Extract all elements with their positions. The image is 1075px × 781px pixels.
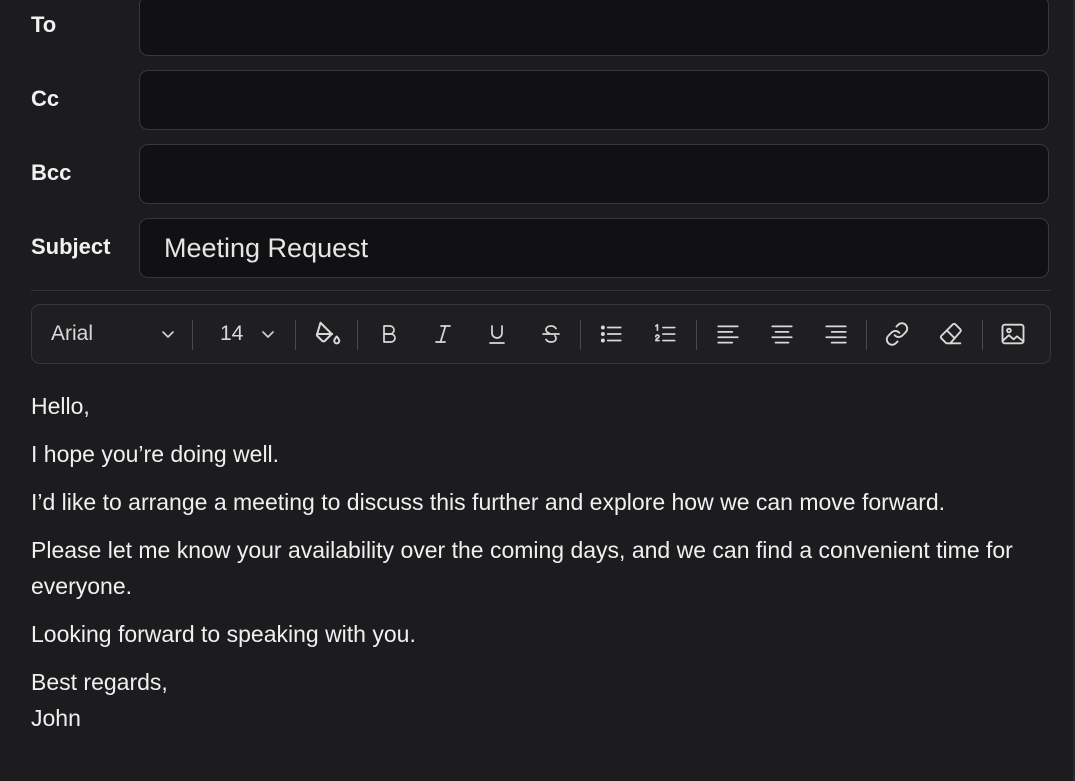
font-family-value: Arial <box>51 322 94 345</box>
numbered-list-icon[interactable] <box>648 305 682 363</box>
subject-row: Subject <box>31 218 1051 280</box>
chevron-down-icon <box>260 326 276 342</box>
toolbar-separator <box>866 320 867 350</box>
email-compose-panel: To Cc Bcc Subject Arial 14 <box>0 0 1075 781</box>
body-greeting: Hello, <box>31 393 90 419</box>
underline-icon[interactable] <box>480 305 514 363</box>
link-icon[interactable] <box>880 305 914 363</box>
eraser-icon[interactable] <box>934 305 968 363</box>
to-label: To <box>31 12 57 37</box>
strikethrough-icon[interactable] <box>534 305 568 363</box>
toolbar-separator <box>696 320 697 350</box>
align-right-icon[interactable] <box>819 305 853 363</box>
toolbar-separator <box>295 320 296 350</box>
subject-input[interactable] <box>139 218 1049 278</box>
cc-input[interactable] <box>139 70 1049 130</box>
bullet-list-icon[interactable] <box>594 305 628 363</box>
toolbar-separator <box>192 320 193 350</box>
bcc-row: Bcc <box>31 144 1051 206</box>
toolbar-separator <box>982 320 983 350</box>
to-input[interactable] <box>139 0 1049 56</box>
image-icon[interactable] <box>996 305 1030 363</box>
align-left-icon[interactable] <box>711 305 745 363</box>
body-line: I hope you’re doing well. <box>31 441 280 467</box>
font-family-select[interactable]: Arial <box>51 305 176 363</box>
body-line: I’d like to arrange a meeting to discuss… <box>31 489 946 515</box>
body-line: Looking forward to speaking with you. <box>31 621 416 647</box>
paint-bucket-icon[interactable] <box>308 305 348 363</box>
bcc-input[interactable] <box>139 144 1049 204</box>
bcc-label: Bcc <box>31 160 72 185</box>
toolbar-separator <box>580 320 581 350</box>
body-line: Please let me know your availability ove… <box>31 537 1013 599</box>
subject-label: Subject <box>31 234 111 259</box>
font-size-value: 14 <box>220 322 244 345</box>
font-size-select[interactable]: 14 <box>220 305 276 363</box>
toolbar-separator <box>357 320 358 350</box>
body-signature: John <box>31 705 81 731</box>
to-row: To <box>31 0 1051 58</box>
cc-label: Cc <box>31 86 60 111</box>
bold-icon[interactable] <box>372 305 406 363</box>
message-body-editor[interactable]: Hello, I hope you’re doing well. I’d lik… <box>31 388 1051 736</box>
cc-row: Cc <box>31 70 1051 132</box>
body-closing: Best regards, <box>31 669 168 695</box>
italic-icon[interactable] <box>426 305 460 363</box>
align-center-icon[interactable] <box>765 305 799 363</box>
header-divider <box>31 290 1051 291</box>
chevron-down-icon <box>160 326 176 342</box>
formatting-toolbar: Arial 14 <box>31 304 1051 364</box>
